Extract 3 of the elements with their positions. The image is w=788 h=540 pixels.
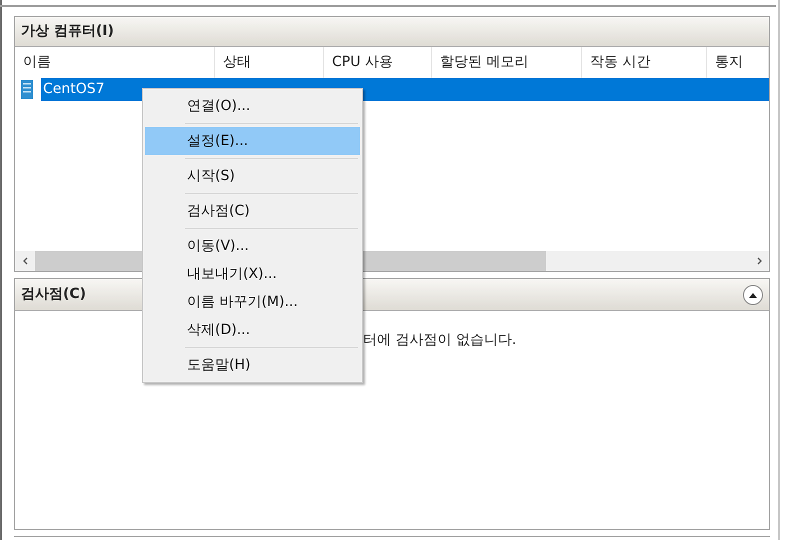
panel-title: 검사점(C) — [21, 285, 86, 304]
panel-title: 가상 컴퓨터(I) — [21, 22, 114, 41]
empty-message: 터에 검사점이 없습니다. — [363, 332, 516, 348]
